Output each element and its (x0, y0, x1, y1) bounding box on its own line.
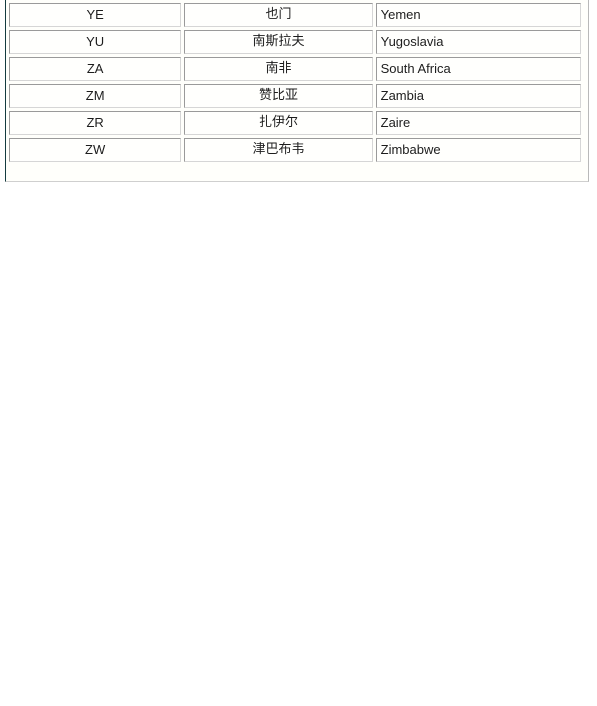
country-table-container: YE 也门 Yemen YU 南斯拉夫 Yugoslavia ZA 南非 Sou… (5, 0, 589, 182)
country-code-cell: ZW (9, 138, 182, 162)
country-name-chinese-cell: 也门 (184, 3, 373, 27)
table-body: YE 也门 Yemen YU 南斯拉夫 Yugoslavia ZA 南非 Sou… (9, 0, 581, 162)
country-code-cell: ZR (9, 111, 182, 135)
table-row[interactable]: ZR 扎伊尔 Zaire (9, 111, 581, 135)
country-code-cell: YE (9, 3, 182, 27)
country-name-english-cell: Yugoslavia (375, 30, 581, 54)
table-row[interactable]: ZM 赞比亚 Zambia (9, 84, 581, 108)
country-name-chinese-cell: 南非 (184, 57, 373, 81)
table-row[interactable]: YE 也门 Yemen (9, 3, 581, 27)
country-name-english-cell: Yemen (375, 3, 581, 27)
table-row[interactable]: ZA 南非 South Africa (9, 57, 581, 81)
country-name-english-cell: Zaire (375, 111, 581, 135)
country-name-english-cell: South Africa (375, 57, 581, 81)
country-code-cell: ZM (9, 84, 182, 108)
country-name-chinese-cell: 南斯拉夫 (184, 30, 373, 54)
table-row[interactable]: ZW 津巴布韦 Zimbabwe (9, 138, 581, 162)
country-name-chinese-cell: 赞比亚 (184, 84, 373, 108)
country-name-english-cell: Zimbabwe (375, 138, 581, 162)
country-name-chinese-cell: 扎伊尔 (184, 111, 373, 135)
country-name-chinese-cell: 津巴布韦 (184, 138, 373, 162)
table-row[interactable]: YU 南斯拉夫 Yugoslavia (9, 30, 581, 54)
country-code-cell: YU (9, 30, 182, 54)
country-code-cell: ZA (9, 57, 182, 81)
country-name-english-cell: Zambia (375, 84, 581, 108)
country-code-table: YE 也门 Yemen YU 南斯拉夫 Yugoslavia ZA 南非 Sou… (6, 0, 584, 165)
